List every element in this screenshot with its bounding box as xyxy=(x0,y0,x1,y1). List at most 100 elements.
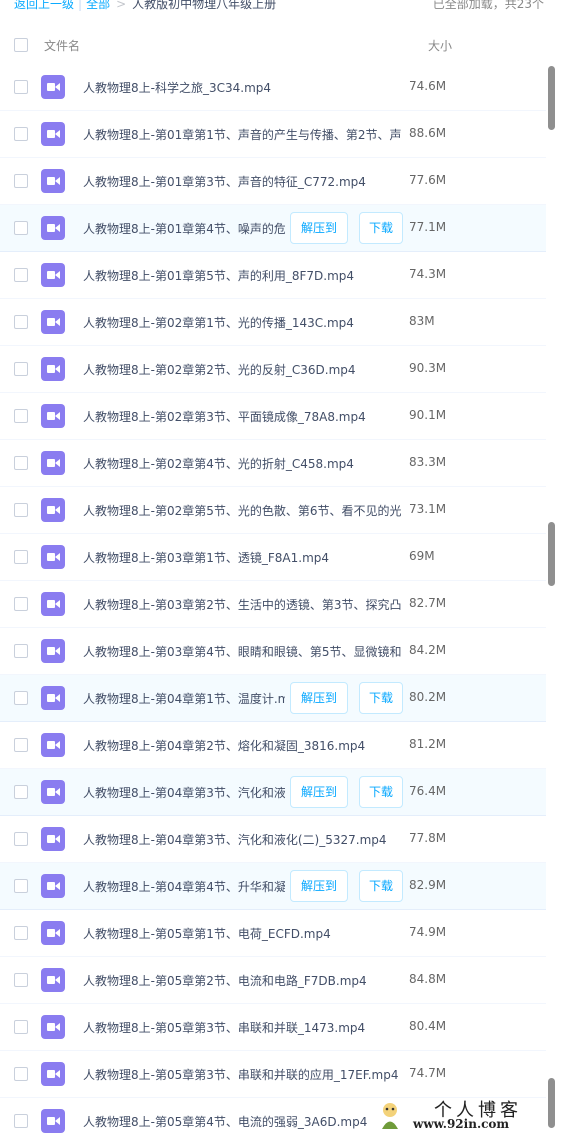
file-row[interactable]: 人教物理8上-第02章第2节、光的反射_C36D.mp4 90.3M xyxy=(0,346,546,393)
file-row[interactable]: 人教物理8上-第05章第3节、串联和并联的应用_17EF.mp4 74.7M xyxy=(0,1051,546,1098)
file-row[interactable]: 人教物理8上-第01章第5节、声的利用_8F7D.mp4 74.3M xyxy=(0,252,546,299)
scrollbar[interactable] xyxy=(547,64,557,1137)
file-checkbox[interactable] xyxy=(14,1067,28,1081)
file-name[interactable]: 人教物理8上-第02章第2节、光的反射_C36D.mp4 xyxy=(83,361,401,378)
file-size: 81.2M xyxy=(409,737,447,751)
extract-button[interactable]: 解压到 xyxy=(290,682,348,714)
file-name[interactable]: 人教物理8上-第04章第1节、温度计.mp4 xyxy=(83,690,285,707)
file-row[interactable]: 人教物理8上-第02章第3节、平面镜成像_78A8.mp4 90.1M xyxy=(0,393,546,440)
file-checkbox[interactable] xyxy=(14,362,28,376)
file-name[interactable]: 人教物理8上-第04章第3节、汽化和液化(一).mp4 xyxy=(83,784,285,801)
file-name[interactable]: 人教物理8上-第05章第2节、电流和电路_F7DB.mp4 xyxy=(83,972,401,989)
video-file-icon xyxy=(41,310,65,334)
file-checkbox[interactable] xyxy=(14,879,28,893)
current-folder: 人教版初中物理八年级上册 xyxy=(132,0,277,11)
file-checkbox[interactable] xyxy=(14,1114,28,1128)
file-name[interactable]: 人教物理8上-第01章第4节、噪声的危害和控制.mp4 xyxy=(83,220,285,237)
file-row[interactable]: 人教物理8上-第02章第1节、光的传播_143C.mp4 83M xyxy=(0,299,546,346)
video-file-icon xyxy=(41,404,65,428)
file-name[interactable]: 人教物理8上-第05章第4节、电流的强弱_3A6D.mp4 xyxy=(83,1113,401,1130)
file-size: 74.6M xyxy=(409,79,447,93)
file-size: 77.1M xyxy=(409,220,447,234)
scrollbar-thumb-secondary[interactable] xyxy=(548,522,555,586)
file-checkbox[interactable] xyxy=(14,221,28,235)
file-row[interactable]: 人教物理8上-第03章第1节、透镜_F8A1.mp4 69M xyxy=(0,534,546,581)
extract-button[interactable]: 解压到 xyxy=(290,212,348,244)
file-row[interactable]: 人教物理8上-第02章第4节、光的折射_C458.mp4 83.3M xyxy=(0,440,546,487)
download-button[interactable]: 下载 xyxy=(359,870,403,902)
file-checkbox[interactable] xyxy=(14,268,28,282)
file-checkbox[interactable] xyxy=(14,785,28,799)
file-row[interactable]: 人教物理8上-科学之旅_3C34.mp4 74.6M xyxy=(0,64,546,111)
file-checkbox[interactable] xyxy=(14,80,28,94)
file-name[interactable]: 人教物理8上-第05章第3节、串联和并联_1473.mp4 xyxy=(83,1019,401,1036)
file-size: 74.9M xyxy=(409,925,447,939)
file-name[interactable]: 人教物理8上-第03章第2节、生活中的透镜、第3节、探究凸透镜成像.mp4 xyxy=(83,596,401,613)
video-file-icon xyxy=(41,968,65,992)
file-name[interactable]: 人教物理8上-第04章第2节、熔化和凝固_3816.mp4 xyxy=(83,737,401,754)
file-name[interactable]: 人教物理8上-第03章第4节、眼睛和眼镜、第5节、显微镜和望远镜.mp4 xyxy=(83,643,401,660)
download-button[interactable]: 下载 xyxy=(359,776,403,808)
download-button[interactable]: 下载 xyxy=(359,682,403,714)
select-all-checkbox[interactable] xyxy=(14,38,28,52)
file-row[interactable]: 人教物理8上-第04章第3节、汽化和液化(二)_5327.mp4 77.8M xyxy=(0,816,546,863)
file-row[interactable]: 人教物理8上-第01章第3节、声音的特征_C772.mp4 77.6M xyxy=(0,158,546,205)
file-checkbox[interactable] xyxy=(14,691,28,705)
file-checkbox[interactable] xyxy=(14,738,28,752)
file-size: 84.8M xyxy=(409,972,447,986)
file-row[interactable]: 人教物理8上-第02章第5节、光的色散、第6节、看不见的光.mp4 73.1M xyxy=(0,487,546,534)
file-row[interactable]: 人教物理8上-第05章第3节、串联和并联_1473.mp4 80.4M xyxy=(0,1004,546,1051)
file-name[interactable]: 人教物理8上-第01章第1节、声音的产生与传播、第2节、声音的特性.mp4 xyxy=(83,126,401,143)
file-name[interactable]: 人教物理8上-第01章第5节、声的利用_8F7D.mp4 xyxy=(83,267,401,284)
file-row[interactable]: 人教物理8上-第03章第2节、生活中的透镜、第3节、探究凸透镜成像.mp4 82.… xyxy=(0,581,546,628)
extract-button[interactable]: 解压到 xyxy=(290,870,348,902)
back-link[interactable]: 返回上一级 xyxy=(14,0,74,11)
download-button[interactable]: 下载 xyxy=(359,212,403,244)
file-name[interactable]: 人教物理8上-第03章第1节、透镜_F8A1.mp4 xyxy=(83,549,401,566)
file-checkbox[interactable] xyxy=(14,409,28,423)
file-checkbox[interactable] xyxy=(14,926,28,940)
file-row[interactable]: 人教物理8上-第04章第1节、温度计.mp4 解压到 下载 80.2M xyxy=(0,675,546,722)
file-checkbox[interactable] xyxy=(14,456,28,470)
file-checkbox[interactable] xyxy=(14,127,28,141)
file-row[interactable]: 人教物理8上-第01章第1节、声音的产生与传播、第2节、声音的特性.mp4 88.… xyxy=(0,111,546,158)
file-name[interactable]: 人教物理8上-第04章第3节、汽化和液化(二)_5327.mp4 xyxy=(83,831,401,848)
video-file-icon xyxy=(41,874,65,898)
file-name[interactable]: 人教物理8上-第02章第1节、光的传播_143C.mp4 xyxy=(83,314,401,331)
file-row[interactable]: 人教物理8上-第04章第3节、汽化和液化(一).mp4 解压到下载 76.4M xyxy=(0,769,546,816)
extract-button[interactable]: 解压到 xyxy=(290,776,348,808)
file-checkbox[interactable] xyxy=(14,973,28,987)
file-checkbox[interactable] xyxy=(14,550,28,564)
all-files-link[interactable]: 全部 xyxy=(86,0,110,11)
file-size: 74.7M xyxy=(409,1066,447,1080)
file-checkbox[interactable] xyxy=(14,597,28,611)
file-row[interactable]: 人教物理8上-第05章第1节、电荷_ECFD.mp4 74.9M xyxy=(0,910,546,957)
column-header-name[interactable]: 文件名 xyxy=(44,37,80,54)
file-name[interactable]: 人教物理8上-第02章第4节、光的折射_C458.mp4 xyxy=(83,455,401,472)
file-name[interactable]: 人教物理8上-第02章第5节、光的色散、第6节、看不见的光.mp4 xyxy=(83,502,401,519)
file-row[interactable]: 人教物理8上-第01章第4节、噪声的危害和控制.mp4 解压到下载 77.1M xyxy=(0,205,546,252)
mascot-logo-icon xyxy=(382,1103,398,1129)
file-checkbox[interactable] xyxy=(14,644,28,658)
file-checkbox[interactable] xyxy=(14,1020,28,1034)
column-header-size[interactable]: 大小 xyxy=(428,37,452,54)
file-name[interactable]: 人教物理8上-科学之旅_3C34.mp4 xyxy=(83,79,401,96)
video-file-icon xyxy=(41,1062,65,1086)
file-name[interactable]: 人教物理8上-第05章第1节、电荷_ECFD.mp4 xyxy=(83,925,401,942)
file-row[interactable]: 人教物理8上-第05章第2节、电流和电路_F7DB.mp4 84.8M xyxy=(0,957,546,1004)
file-checkbox[interactable] xyxy=(14,315,28,329)
file-name[interactable]: 人教物理8上-第04章第4节、升华和凝华.mp4 xyxy=(83,878,285,895)
file-name[interactable]: 人教物理8上-第05章第3节、串联和并联的应用_17EF.mp4 xyxy=(83,1066,401,1083)
file-row[interactable]: 人教物理8上-第03章第4节、眼睛和眼镜、第5节、显微镜和望远镜.mp4 84.2… xyxy=(0,628,546,675)
file-checkbox[interactable] xyxy=(14,174,28,188)
file-checkbox[interactable] xyxy=(14,832,28,846)
file-size: 80.4M xyxy=(409,1019,447,1033)
file-checkbox[interactable] xyxy=(14,503,28,517)
file-name[interactable]: 人教物理8上-第02章第3节、平面镜成像_78A8.mp4 xyxy=(83,408,401,425)
scrollbar-thumb[interactable] xyxy=(548,66,555,130)
video-file-icon xyxy=(41,122,65,146)
file-size: 83M xyxy=(409,314,435,328)
file-row[interactable]: 人教物理8上-第04章第4节、升华和凝华.mp4 解压到下载 82.9M xyxy=(0,863,546,910)
file-name[interactable]: 人教物理8上-第01章第3节、声音的特征_C772.mp4 xyxy=(83,173,401,190)
file-row[interactable]: 人教物理8上-第04章第2节、熔化和凝固_3816.mp4 81.2M xyxy=(0,722,546,769)
